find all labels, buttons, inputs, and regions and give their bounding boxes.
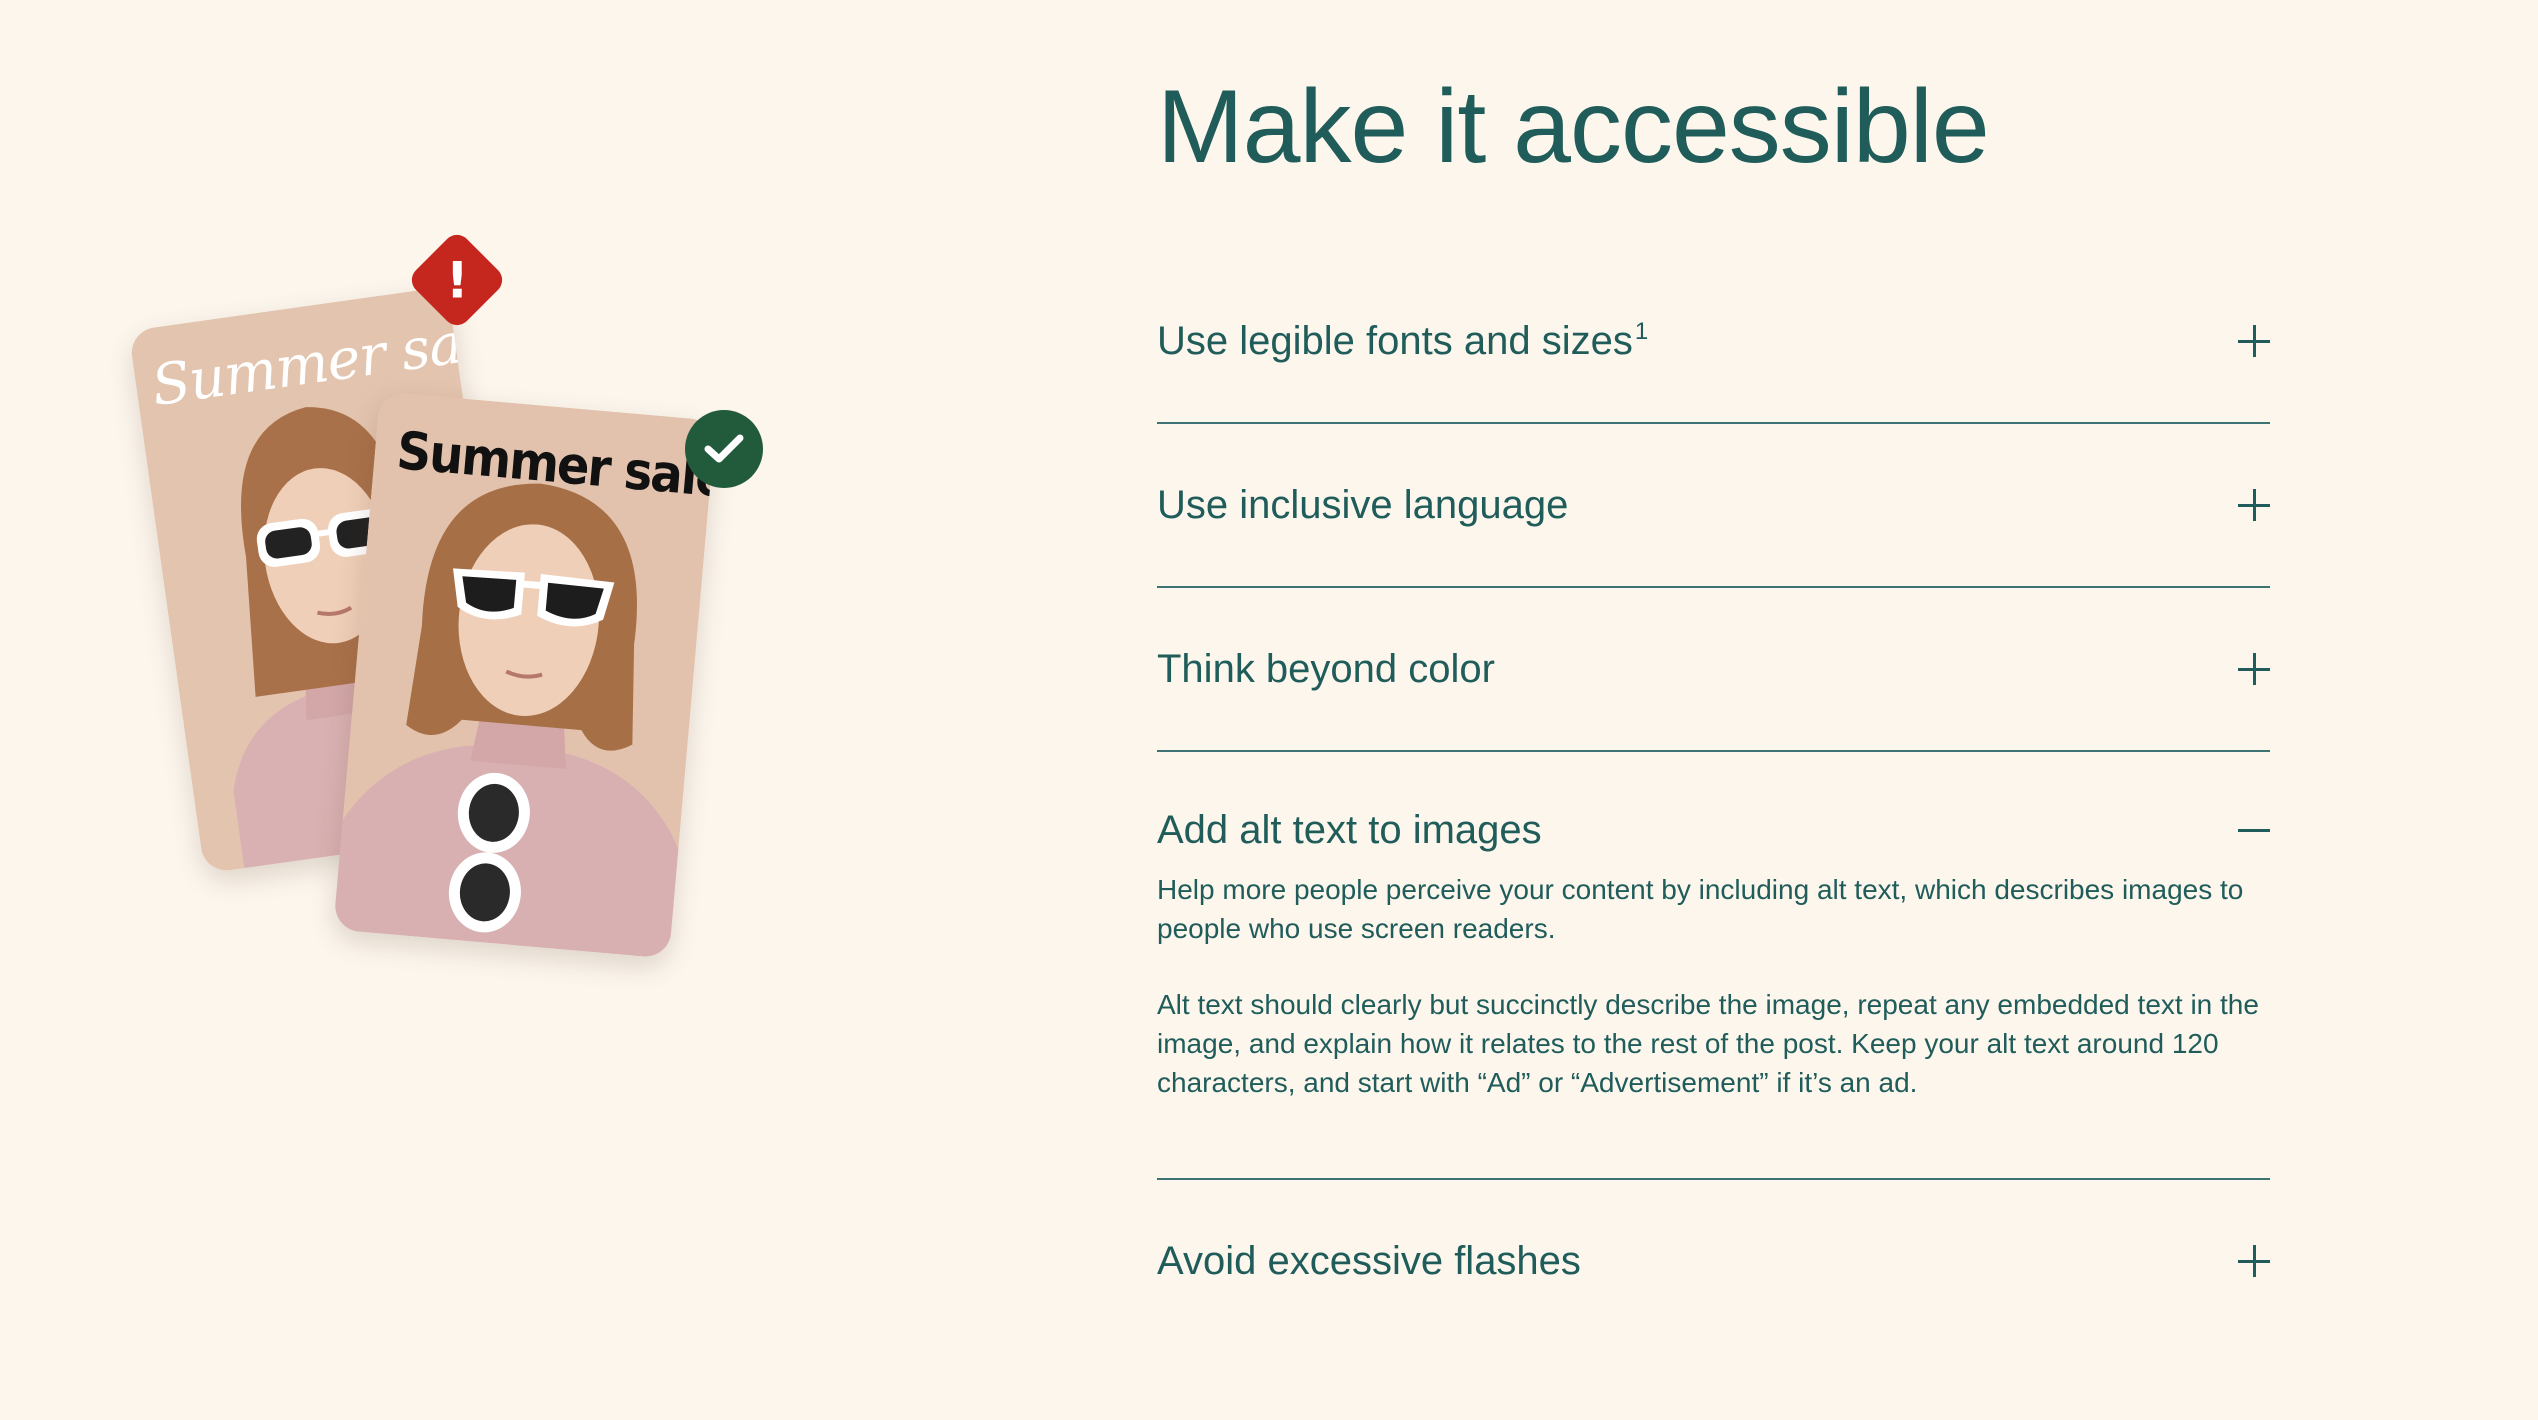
illustration: Summer sale Summer sale !: [0, 0, 900, 1100]
panel-paragraph: Alt text should clearly but succinctly d…: [1157, 989, 2259, 1098]
good-example-card: Summer sale: [333, 391, 716, 959]
checkmark-circle-icon: [685, 410, 763, 488]
plus-icon[interactable]: [2238, 489, 2270, 521]
accordion-label: Use legible fonts and sizes1: [1157, 319, 1648, 364]
page-title: Make it accessible: [1157, 69, 1990, 185]
accordion-header-inclusive-language[interactable]: Use inclusive language: [1157, 424, 2270, 586]
accordion-header-legible-fonts[interactable]: Use legible fonts and sizes1: [1157, 260, 2270, 422]
exclamation-glyph: !: [445, 251, 469, 309]
accordion-item-excessive-flashes: Avoid excessive flashes: [1157, 1180, 2270, 1342]
checkmark-glyph: [704, 434, 744, 463]
accordion-label: Think beyond color: [1157, 646, 1495, 691]
accordion-header-excessive-flashes[interactable]: Avoid excessive flashes: [1157, 1180, 2270, 1342]
accordion-label: Avoid excessive flashes: [1157, 1238, 1581, 1283]
accordion-item-legible-fonts: Use legible fonts and sizes1: [1157, 260, 2270, 424]
plus-icon[interactable]: [2238, 1245, 2270, 1277]
accordion: Use legible fonts and sizes1 Use inclusi…: [1157, 260, 2270, 1342]
panel-paragraph: Help more people perceive your content b…: [1157, 874, 2244, 944]
accordion-panel-alt-text: Help more people perceive your content b…: [1157, 870, 2270, 1178]
accordion-label: Add alt text to images: [1157, 807, 1542, 852]
accordion-header-beyond-color[interactable]: Think beyond color: [1157, 588, 2270, 750]
accordion-item-beyond-color: Think beyond color: [1157, 588, 2270, 752]
footnote-marker[interactable]: 1: [1635, 318, 1648, 345]
accordion-item-inclusive-language: Use inclusive language: [1157, 424, 2270, 588]
accordion-label: Use inclusive language: [1157, 482, 1569, 527]
minus-icon[interactable]: [2238, 814, 2270, 846]
plus-icon[interactable]: [2238, 653, 2270, 685]
accordion-item-alt-text: Add alt text to images Help more people …: [1157, 752, 2270, 1180]
accordion-label-text: Use legible fonts and sizes: [1157, 318, 1633, 363]
plus-icon[interactable]: [2238, 325, 2270, 357]
